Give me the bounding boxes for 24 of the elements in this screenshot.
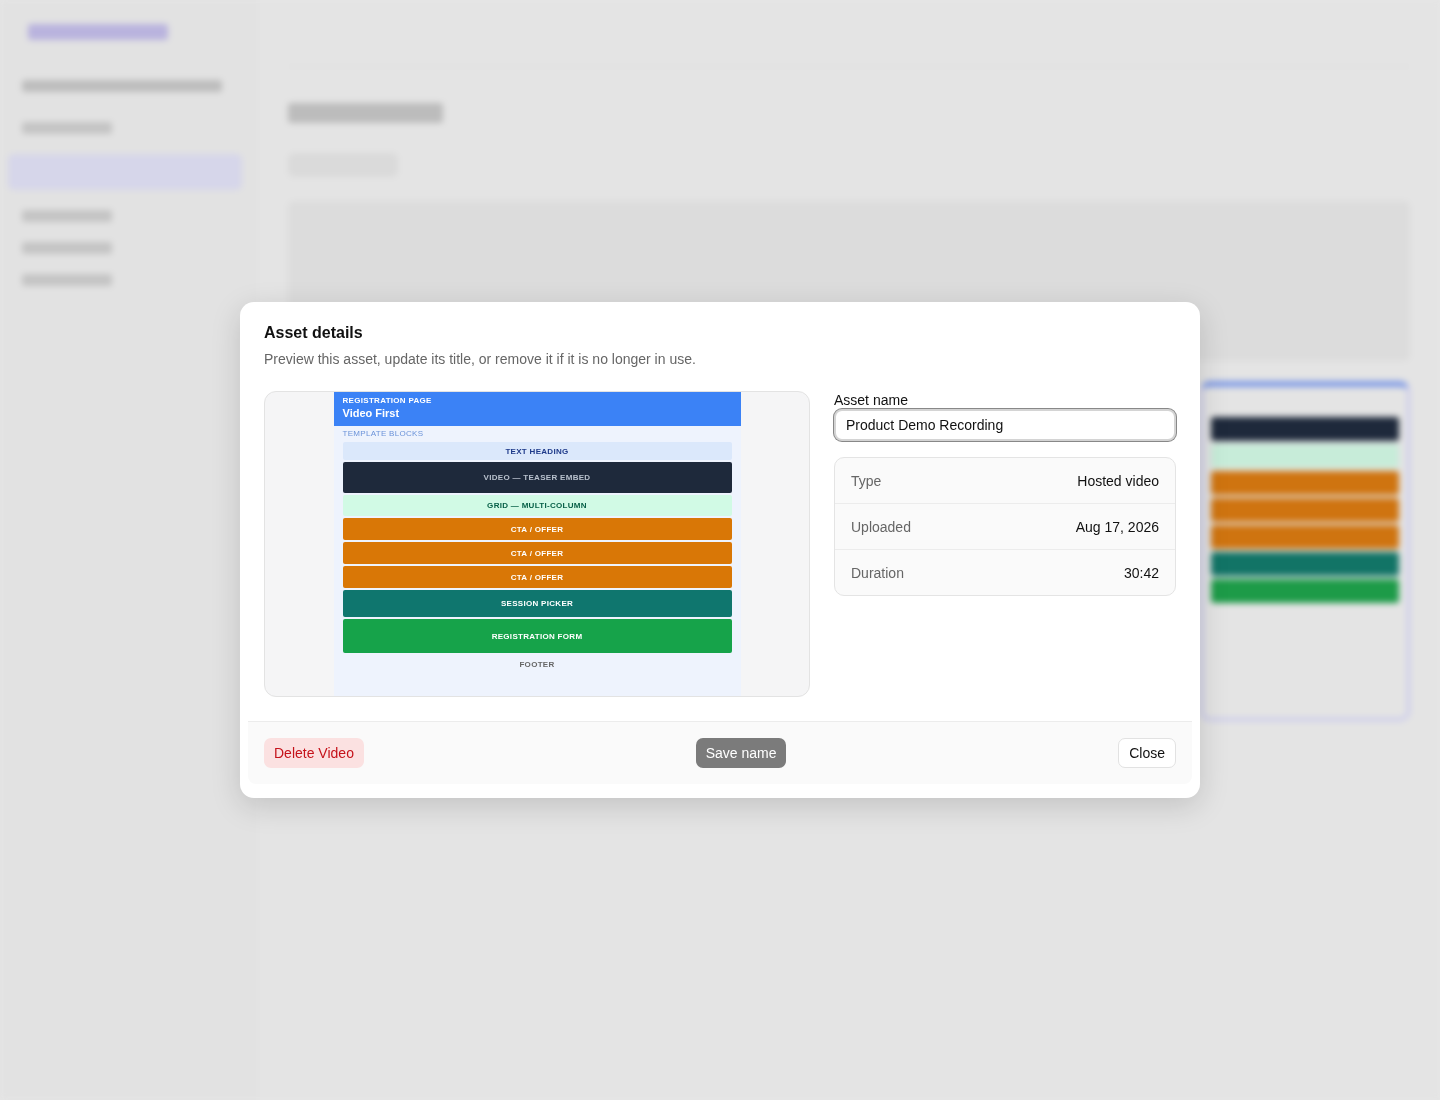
field-label: Asset name (834, 392, 909, 408)
detail-value: Aug 17, 2026 (1075, 518, 1159, 535)
footer-label: FOOTER (519, 658, 555, 671)
cta-block: CTA / OFFER (342, 518, 732, 540)
grid-block: GRID — MULTI-COLUMN (342, 495, 732, 516)
delete-button[interactable]: Delete Video (264, 738, 364, 768)
video-block: VIDEO — TEASER EMBED (342, 462, 732, 493)
cta-block: CTA / OFFER (342, 566, 732, 588)
dialog-title: Asset details (264, 324, 364, 342)
detail-label: Type (851, 472, 882, 489)
preview-eyebrow: REGISTRATION PAGE (342, 396, 433, 406)
form-block: REGISTRATION FORM (342, 619, 732, 653)
asset-name-field[interactable]: Product Demo Recording (834, 409, 1176, 441)
preview-title: Video First (342, 406, 401, 420)
heading-block: TEXT HEADING (342, 442, 732, 460)
session-block: SESSION PICKER (342, 590, 732, 617)
detail-label: Duration (851, 564, 904, 581)
detail-value: 30:42 (1123, 564, 1159, 581)
detail-label: Uploaded (851, 518, 911, 535)
dialog-description: Preview this asset, update its title, or remove it if it is no longer in use. (264, 351, 697, 367)
cta-block: CTA / OFFER (342, 542, 732, 564)
section-label: TEMPLATE BLOCKS (342, 429, 425, 439)
close-button[interactable]: Close (1118, 738, 1176, 768)
detail-value: Hosted video (1077, 472, 1159, 489)
